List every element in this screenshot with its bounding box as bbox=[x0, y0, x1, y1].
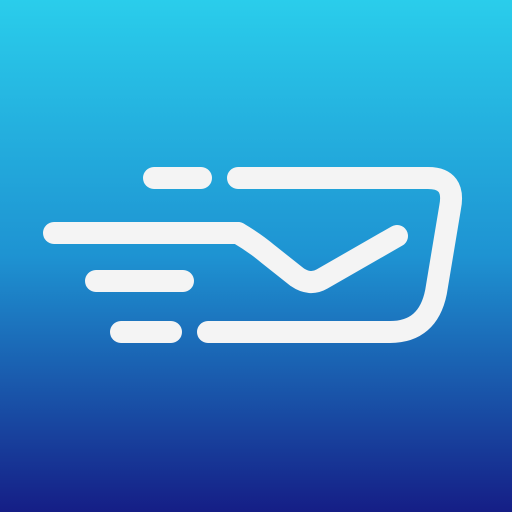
fast-mail-icon bbox=[0, 0, 512, 512]
app-icon bbox=[0, 0, 512, 512]
